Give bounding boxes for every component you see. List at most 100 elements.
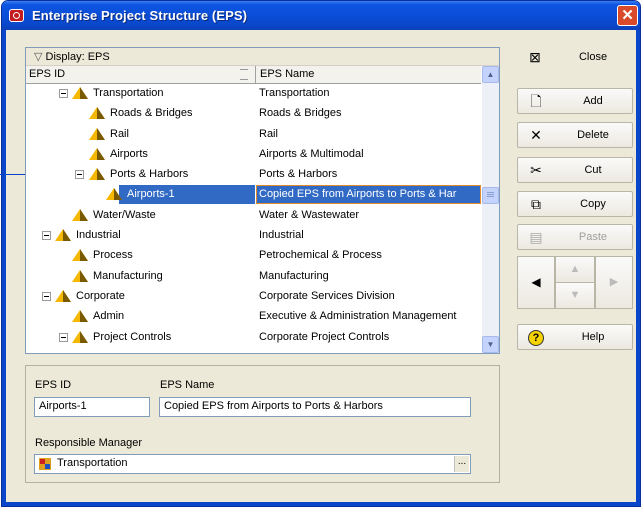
eps-id-cell: Project Controls [93,330,172,343]
table-row[interactable]: Manufacturing Manufacturing [26,267,481,287]
eps-node-icon [55,229,71,242]
copy-button-label: Copy [580,198,606,210]
help-button[interactable]: ? Help [517,324,633,350]
eps-name-cell: Corporate Project Controls [259,330,390,343]
oracle-app-icon [9,9,24,22]
eps-name-cell: Water & Wastewater [259,208,360,221]
eps-node-icon [89,107,105,120]
detail-panel: EPS ID EPS Name Airports-1 Copied EPS fr… [25,365,500,483]
eps-id-cell: Airports-1 [127,188,175,201]
scroll-up-button[interactable]: ▲ [482,66,499,83]
paste-icon: ▤ [529,229,543,245]
eps-name-cell: Copied EPS from Airports to Ports & Har [259,188,457,201]
eps-name-cell: Roads & Bridges [259,107,342,120]
move-left-button[interactable]: ◀ [517,256,555,309]
eps-name-cell: Petrochemical & Process [259,249,382,262]
delete-button[interactable]: ✕ Delete [517,122,633,148]
eps-name-cell: Ports & Harbors [259,168,338,181]
scissors-icon: ✂ [530,162,542,178]
eps-name-cell: Rail [259,127,278,140]
collapse-icon[interactable] [75,170,84,180]
eps-id-cell: Roads & Bridges [110,107,193,120]
display-bar[interactable]: ▽ Display: EPS [26,48,499,66]
eps-id-cell: Corporate [76,289,125,302]
eps-node-icon [106,188,122,201]
table-row[interactable]: Airports Airports & Multimodal [26,145,481,165]
eps-name-cell: Executive & Administration Management [259,310,457,323]
eps-id-field[interactable]: Airports-1 [34,397,150,417]
eps-rows: Transportation Transportation Roads & Br… [26,84,481,348]
move-buttons: ◀ ▲ ▼ ▶ [517,256,633,309]
table-row[interactable]: Water/Waste Water & Wastewater [26,206,481,226]
obs-icon [39,458,51,470]
table-row[interactable]: Process Petrochemical & Process [26,246,481,266]
paste-button[interactable]: ▤ Paste [517,224,633,250]
chevron-down-icon: ▽ [34,51,46,63]
window-frame-bottom [2,502,640,506]
column-header: EPS ID EPS Name [26,66,481,84]
eps-id-cell: Airports [110,147,148,160]
scroll-down-button[interactable]: ▼ [482,336,499,353]
move-up-button[interactable]: ▲ [555,256,595,283]
eps-id-cell: Manufacturing [93,269,163,282]
table-row[interactable]: Roads & Bridges Roads & Bridges [26,104,481,124]
eps-node-icon [72,208,88,222]
table-row[interactable]: Ports & Harbors Ports & Harbors [26,165,481,185]
table-row[interactable]: Transportation Transportation [26,84,481,104]
table-row[interactable]: Project Controls Corporate Project Contr… [26,328,481,348]
table-row[interactable]: Admin Executive & Administration Managem… [26,307,481,327]
copy-button[interactable]: ⧉ Copy [517,191,633,217]
vertical-scrollbar[interactable]: ▲ ▼ [482,66,499,353]
browse-button[interactable]: ... [454,456,469,472]
eps-name-cell: Airports & Multimodal [259,147,364,160]
add-button[interactable]: 🗋 Add [517,88,633,114]
window-frame-right [636,30,640,506]
manager-value: Transportation [57,457,128,469]
collapse-icon[interactable] [59,89,68,98]
new-document-icon: 🗋 [530,93,542,109]
paste-button-label: Paste [578,231,608,243]
eps-id-cell: Process [93,249,133,262]
window-frame-left [2,30,6,506]
column-eps-name[interactable]: EPS Name [260,68,314,80]
x-icon: ✕ [530,127,542,143]
collapse-icon[interactable] [59,332,68,342]
eps-id-label: EPS ID [35,379,72,391]
eps-tree-panel: ▽ Display: EPS EPS ID EPS Name Transport… [25,47,500,354]
eps-name-field[interactable]: Copied EPS from Airports to Ports & Harb… [159,397,471,417]
eps-node-icon [72,310,88,323]
eps-name-cell: Transportation [259,87,330,99]
eps-node-icon [72,330,88,344]
close-button[interactable]: ⊠ Close [517,45,633,71]
eps-id-cell: Ports & Harbors [110,168,189,181]
responsible-manager-field[interactable]: Transportation ... [34,454,471,474]
eps-node-icon [72,249,88,262]
eps-node-icon [72,87,88,100]
eps-node-icon [55,289,71,303]
eps-name-cell: Corporate Services Division [259,289,395,302]
eps-id-cell: Transportation [93,87,164,99]
delete-button-label: Delete [577,129,609,141]
scroll-thumb[interactable] [482,187,499,204]
close-window-icon: ⊠ [529,49,541,65]
eps-id-cell: Water/Waste [93,208,156,221]
column-separator[interactable] [255,66,256,83]
cut-button[interactable]: ✂ Cut [517,157,633,183]
move-right-button[interactable]: ▶ [595,256,633,309]
column-eps-id[interactable]: EPS ID [29,68,65,80]
close-button-label: Close [578,51,608,63]
copy-icon: ⧉ [531,196,541,212]
sort-icon [240,69,248,80]
cut-button-label: Cut [584,164,602,176]
table-row[interactable]: Industrial Industrial [26,226,481,246]
table-row-selected[interactable]: Airports-1 Copied EPS from Airports to P… [26,185,481,205]
table-row[interactable]: Corporate Corporate Services Division [26,287,481,307]
collapse-icon[interactable] [42,231,51,241]
collapse-icon[interactable] [42,291,51,301]
eps-name-cell: Industrial [259,229,304,242]
move-down-button[interactable]: ▼ [555,282,595,309]
eps-node-icon [89,127,105,141]
table-row[interactable]: Rail Rail [26,125,481,145]
window-close-button[interactable]: ✕ [617,5,638,26]
eps-node-icon [72,269,88,283]
